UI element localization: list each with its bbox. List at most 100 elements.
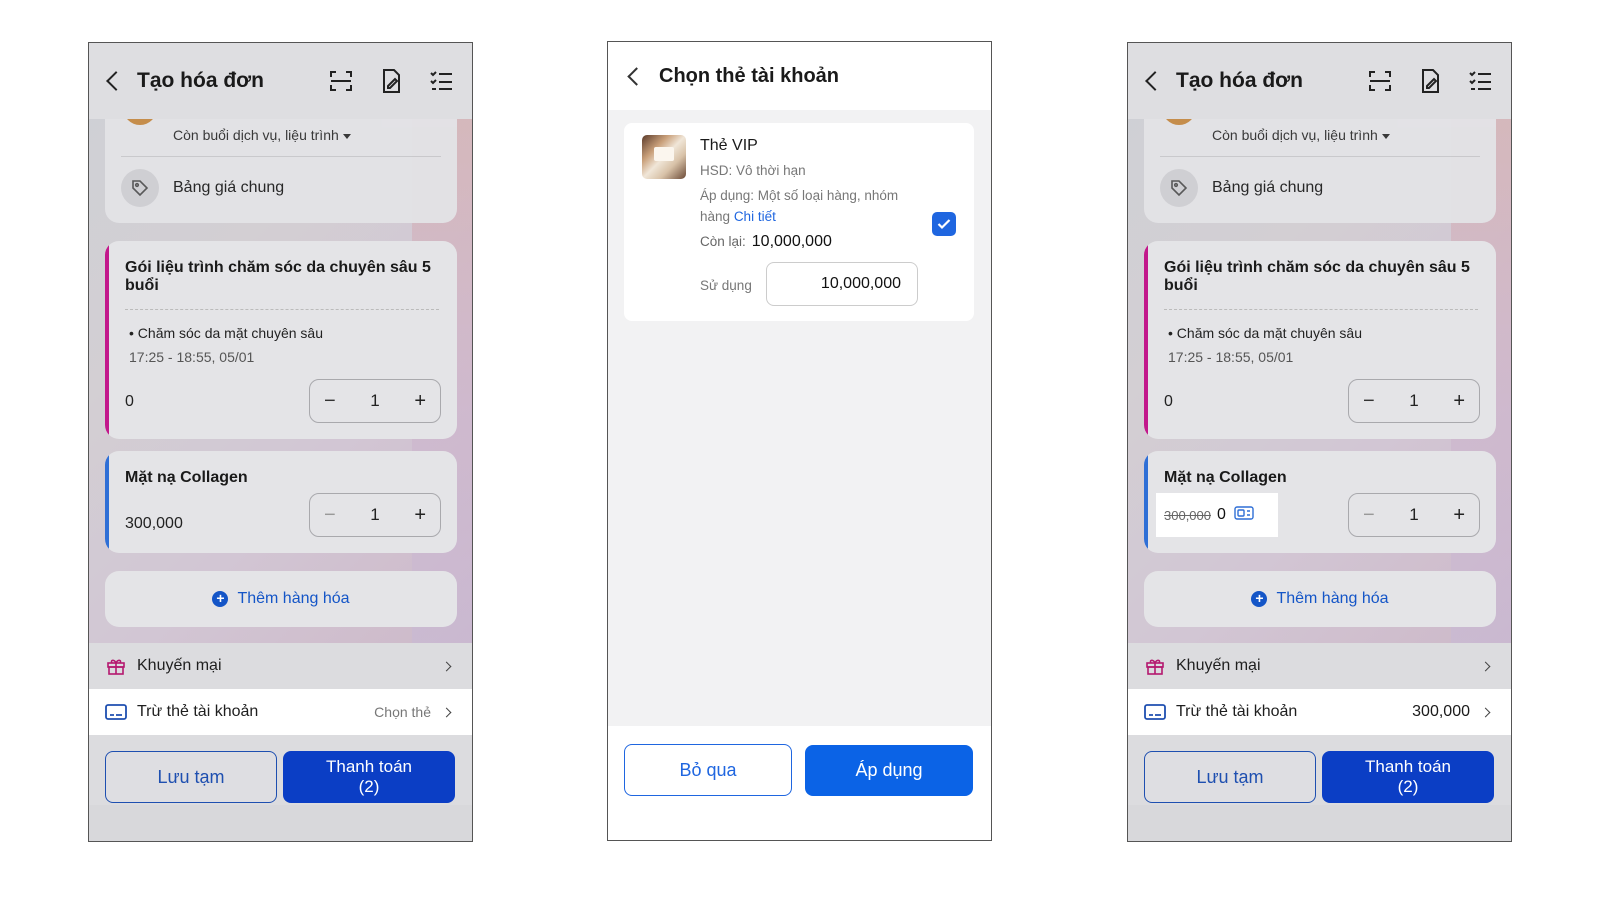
minus-button[interactable]: −	[324, 390, 336, 413]
plus-button[interactable]: +	[414, 390, 426, 413]
dashed-divider	[1164, 309, 1478, 310]
bottom-bar	[89, 805, 472, 841]
add-item-button[interactable]: + Thêm hàng hóa	[105, 571, 457, 627]
package-item-card[interactable]: Gói liệu trình chăm sóc da chuyên sâu 5 …	[1144, 241, 1496, 439]
remaining-label: Còn lại:	[700, 234, 746, 249]
edit-document-icon[interactable]	[378, 68, 404, 94]
original-price: 300,000	[1164, 507, 1211, 523]
app-header: Tạo hóa đơn	[89, 43, 472, 119]
product-item-card[interactable]: Mặt nạ Collagen 300,000 − 1 +	[105, 451, 457, 553]
card-name: Thẻ VIP	[700, 137, 758, 154]
pay-count: (2)	[1397, 777, 1419, 796]
plus-button[interactable]: +	[414, 504, 426, 527]
price-list-row[interactable]: Bảng giá chung	[1160, 169, 1323, 207]
product-accent	[1144, 451, 1148, 553]
tag-icon	[1160, 169, 1198, 207]
back-icon[interactable]	[106, 71, 126, 91]
package-title: Gói liệu trình chăm sóc da chuyên sâu 5 …	[125, 259, 431, 294]
package-price: 0	[125, 393, 134, 410]
page-title: Tạo hóa đơn	[1176, 69, 1303, 92]
account-card-label: Trừ thẻ tài khoản	[1176, 703, 1298, 720]
account-card-row[interactable]: Trừ thẻ tài khoản 300,000	[1128, 689, 1511, 735]
divider	[1160, 156, 1480, 157]
package-time: 17:25 - 18:55, 05/01	[1168, 349, 1294, 365]
chevron-right-icon	[441, 707, 452, 717]
checkbox-checked[interactable]	[932, 212, 956, 236]
promotion-row[interactable]: Khuyến mại	[89, 643, 472, 689]
pay-button[interactable]: Thanh toán (2)	[283, 751, 455, 803]
check-icon	[937, 219, 951, 230]
package-title: Gói liệu trình chăm sóc da chuyên sâu 5 …	[1164, 259, 1470, 294]
card-remaining: Còn lại: 10,000,000	[700, 233, 832, 251]
use-amount-input[interactable]: 10,000,000	[766, 262, 918, 306]
package-price: 0	[1164, 393, 1173, 410]
package-service: • Chăm sóc da mặt chuyên sâu	[1168, 325, 1362, 341]
customer-sub-text: Còn buổi dịch vụ, liệu trình	[1212, 127, 1378, 143]
customer-subtitle[interactable]: Còn buổi dịch vụ, liệu trình	[1212, 127, 1390, 143]
checklist-icon[interactable]	[1467, 68, 1493, 94]
customer-card: Còn buổi dịch vụ, liệu trình Bảng giá ch…	[105, 103, 457, 223]
plus-button[interactable]: +	[1453, 504, 1465, 527]
chevron-right-icon	[1480, 661, 1491, 671]
edit-document-icon[interactable]	[1417, 68, 1443, 94]
card-scope-text: Áp dụng: Một số loại hàng, nhóm hàng	[700, 188, 899, 224]
remaining-value: 10,000,000	[751, 233, 832, 250]
checklist-icon[interactable]	[428, 68, 454, 94]
scan-icon[interactable]	[328, 68, 354, 94]
detail-link[interactable]: Chi tiết	[734, 209, 776, 224]
apply-button[interactable]: Áp dụng	[805, 745, 973, 796]
back-icon[interactable]	[627, 66, 646, 86]
save-draft-button[interactable]: Lưu tạm	[1144, 751, 1316, 803]
minus-button[interactable]: −	[1363, 390, 1375, 413]
pay-count: (2)	[358, 777, 380, 796]
action-footer: Bỏ qua Áp dụng	[608, 726, 991, 840]
skip-button[interactable]: Bỏ qua	[624, 744, 792, 796]
pay-button[interactable]: Thanh toán (2)	[1322, 751, 1494, 803]
minus-button[interactable]: −	[1363, 504, 1375, 527]
card-icon	[105, 701, 127, 723]
package-item-card[interactable]: Gói liệu trình chăm sóc da chuyên sâu 5 …	[105, 241, 457, 439]
package-accent	[105, 241, 109, 439]
vip-card-item[interactable]: Thẻ VIP HSD: Vô thời hạn Áp dụng: Một số…	[624, 123, 974, 321]
quantity-stepper: − 1 +	[1348, 493, 1480, 537]
account-card-label: Trừ thẻ tài khoản	[137, 703, 259, 720]
card-payment-icon	[1234, 505, 1254, 526]
price-list-label: Bảng giá chung	[173, 179, 285, 196]
add-item-button[interactable]: + Thêm hàng hóa	[1144, 571, 1496, 627]
product-accent	[105, 451, 109, 553]
card-expiry: HSD: Vô thời hạn	[700, 163, 806, 178]
quantity-stepper: − 1 +	[309, 493, 441, 537]
plus-button[interactable]: +	[1453, 390, 1465, 413]
quantity-value[interactable]: 1	[370, 391, 379, 411]
quantity-value[interactable]: 1	[1409, 505, 1418, 525]
chevron-right-icon	[1480, 707, 1491, 717]
price-list-label: Bảng giá chung	[1212, 179, 1324, 196]
page-title: Tạo hóa đơn	[137, 69, 264, 92]
price-list-row[interactable]: Bảng giá chung	[121, 169, 284, 207]
quantity-stepper: − 1 +	[1348, 379, 1480, 423]
scan-icon[interactable]	[1367, 68, 1393, 94]
plus-circle-icon: +	[212, 591, 229, 607]
customer-card: Còn buổi dịch vụ, liệu trình Bảng giá ch…	[1144, 103, 1496, 223]
back-icon[interactable]	[1145, 71, 1165, 91]
plus-circle-icon: +	[1251, 591, 1268, 607]
quantity-stepper: − 1 +	[309, 379, 441, 423]
package-accent	[1144, 241, 1148, 439]
dashed-divider	[125, 309, 439, 310]
gift-icon	[105, 655, 127, 677]
card-thumbnail	[642, 135, 686, 179]
product-item-card[interactable]: Mặt nạ Collagen 300,000 0 − 1 +	[1144, 451, 1496, 553]
pay-label: Thanh toán	[1364, 757, 1451, 776]
customer-subtitle[interactable]: Còn buổi dịch vụ, liệu trình	[173, 127, 351, 143]
tag-icon	[121, 169, 159, 207]
promotion-label: Khuyến mại	[1176, 657, 1261, 674]
promotion-row[interactable]: Khuyến mại	[1128, 643, 1511, 689]
quantity-value[interactable]: 1	[370, 505, 379, 525]
account-card-row[interactable]: Trừ thẻ tài khoản Chọn thẻ	[89, 689, 472, 735]
quantity-value[interactable]: 1	[1409, 391, 1418, 411]
product-price: 300,000	[125, 515, 183, 532]
bottom-bar	[1128, 805, 1511, 841]
save-draft-button[interactable]: Lưu tạm	[105, 751, 277, 803]
action-footer: Lưu tạm Thanh toán (2)	[89, 735, 472, 805]
minus-button[interactable]: −	[324, 504, 336, 527]
